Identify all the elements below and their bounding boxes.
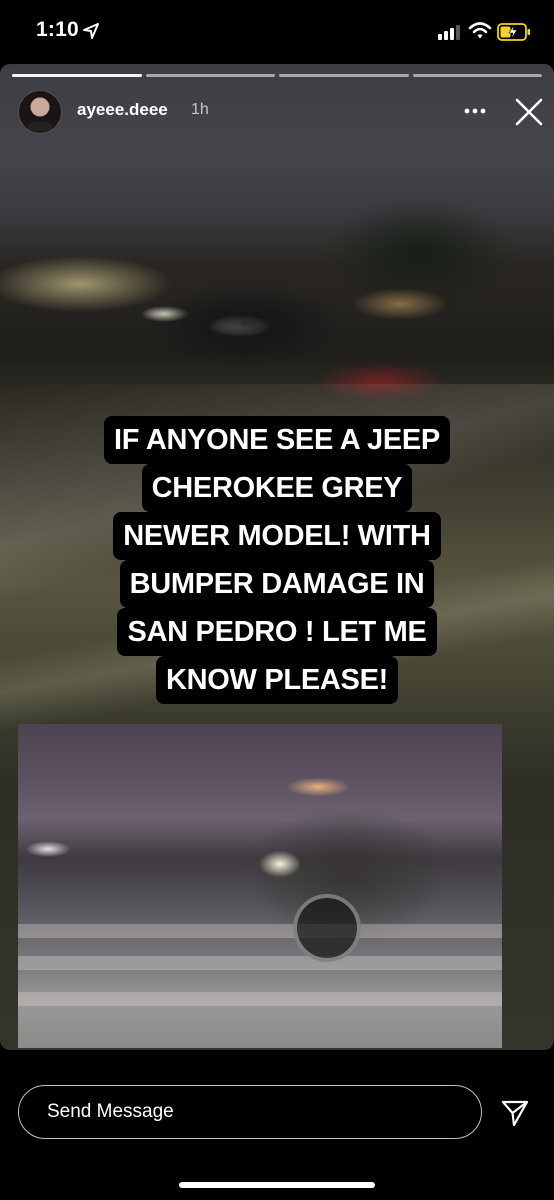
username[interactable]: ayeee.deee xyxy=(77,100,168,120)
progress-segment xyxy=(279,74,409,77)
photo-crosswalk-stripe xyxy=(18,992,502,1006)
story-embedded-photo xyxy=(18,724,502,1048)
story-caption: IF ANYONE SEE A JEEP CHEROKEE GREY NEWER… xyxy=(30,416,524,704)
avatar[interactable] xyxy=(18,90,62,134)
caption-line: BUMPER DAMAGE IN xyxy=(30,560,524,608)
photo-crosswalk-stripe xyxy=(18,956,502,970)
progress-segment xyxy=(12,74,142,77)
caption-line: KNOW PLEASE! xyxy=(30,656,524,704)
more-options-icon[interactable] xyxy=(464,108,486,114)
home-indicator[interactable] xyxy=(179,1182,375,1188)
caption-line: SAN PEDRO ! LET ME xyxy=(30,608,524,656)
caption-line: CHEROKEE GREY xyxy=(30,464,524,512)
battery-charging-icon xyxy=(497,23,530,41)
photo-crosswalk-stripe xyxy=(18,924,502,938)
bottom-bar xyxy=(0,1050,554,1200)
photo-car-wheel xyxy=(293,894,361,962)
cellular-signal-icon xyxy=(438,25,460,40)
caption-line: NEWER MODEL! WITH xyxy=(30,512,524,560)
close-icon[interactable] xyxy=(514,97,544,127)
story-progress-bar xyxy=(12,74,542,77)
send-message-input[interactable] xyxy=(18,1085,482,1139)
location-arrow-icon xyxy=(83,23,99,39)
post-time: 1h xyxy=(191,101,209,118)
story-background-car xyxy=(150,284,340,364)
send-icon[interactable] xyxy=(500,1098,530,1128)
wifi-icon xyxy=(468,22,492,39)
story-card[interactable]: ayeee.deee 1h IF ANYONE SEE A JEEP CHERO… xyxy=(0,64,554,1050)
progress-segment xyxy=(145,74,275,77)
status-bar: 1:10 xyxy=(0,0,554,64)
caption-line: IF ANYONE SEE A JEEP xyxy=(30,416,524,464)
status-time: 1:10 xyxy=(36,18,79,41)
progress-segment xyxy=(412,74,542,77)
